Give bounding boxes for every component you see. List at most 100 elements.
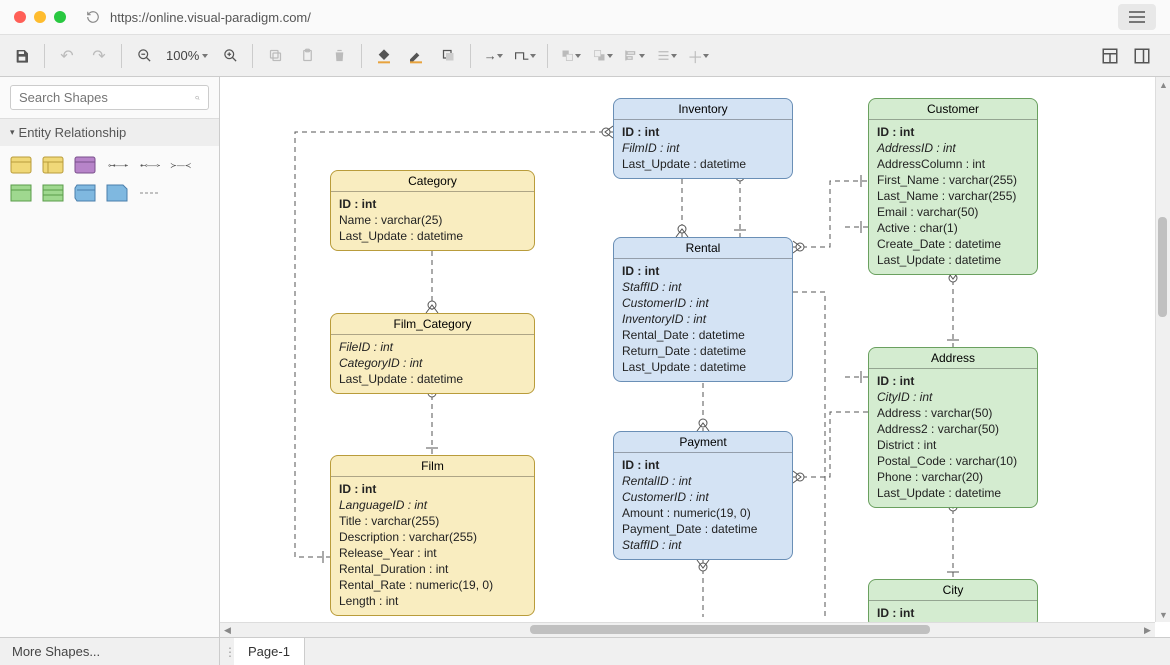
fill-color-button[interactable] [370,42,398,70]
entity-address[interactable]: AddressID : intCityID : intAddress : var… [868,347,1038,508]
entity-title: Customer [869,99,1037,120]
connector-style-button[interactable]: → [479,42,507,70]
entity-category[interactable]: CategoryID : intName : varchar(25)Last_U… [330,170,535,251]
entity-field: Rental_Date : datetime [622,327,784,343]
rel-2-icon[interactable]: ⊷—⊶ [138,156,160,174]
entity-film_category[interactable]: Film_CategoryFileID : intCategoryID : in… [330,313,535,394]
entity-shape-icon[interactable] [10,156,32,174]
minimize-window-icon[interactable] [34,11,46,23]
entity-field: ID : int [877,605,1029,621]
entity-field: Address2 : varchar(50) [877,421,1029,437]
toolbar: ↶ ↷ 100% → ＋ [0,35,1170,77]
search-shapes-input[interactable] [10,85,209,110]
more-shapes-button[interactable]: More Shapes... [0,638,220,665]
zoom-level[interactable]: 100% [162,48,212,63]
save-button[interactable] [8,42,36,70]
entity-field: FileID : int [339,339,526,355]
waypoint-style-button[interactable] [511,42,539,70]
browser-menu-button[interactable] [1118,4,1156,30]
zoom-out-button[interactable] [130,42,158,70]
entity-field: Last_Update : datetime [622,359,784,375]
entity-field: First_Name : varchar(255) [877,172,1029,188]
entity-field: Title : varchar(255) [339,513,526,529]
entity-title: Payment [614,432,792,453]
table-shape-4-icon[interactable] [106,184,128,202]
close-window-icon[interactable] [14,11,26,23]
entity-field: Description : varchar(255) [339,529,526,545]
entity-field: CityID : int [877,389,1029,405]
entity-rental[interactable]: RentalID : intStaffID : intCustomerID : … [613,237,793,382]
entity-field: Return_Date : datetime [622,343,784,359]
entity-field: FilmID : int [622,140,784,156]
search-icon [195,91,200,105]
rel-1-icon[interactable]: ⊶—⊷ [106,156,128,174]
scroll-left-icon[interactable]: ◀ [221,624,234,637]
chevron-down-icon [202,54,208,58]
entity-field: Payment_Date : datetime [622,521,784,537]
footer-bar: More Shapes... ⋮ Page-1 [0,637,1170,665]
entity-field: AddressID : int [877,140,1029,156]
entity-field: ID : int [339,481,526,497]
entity-shape-2-icon[interactable] [42,156,64,174]
scroll-down-icon[interactable]: ▼ [1157,608,1170,621]
svg-text:⊷—⊶: ⊷—⊶ [140,161,160,170]
entity-field: CustomerID : int [622,295,784,311]
vertical-scrollbar[interactable]: ▲ ▼ [1155,77,1170,622]
entity-field: Phone : varchar(20) [877,469,1029,485]
rel-3-icon[interactable]: ≻—≺ [170,156,192,174]
format-panel-button[interactable] [1096,42,1124,70]
distribute-button[interactable] [652,42,680,70]
hamburger-icon [1129,11,1145,23]
undo-button[interactable]: ↶ [53,42,81,70]
page-handle-icon[interactable]: ⋮ [220,645,234,659]
url-text: https://online.visual-paradigm.com/ [110,10,311,25]
view-shape-icon[interactable] [74,156,96,174]
scroll-right-icon[interactable]: ▶ [1141,624,1154,637]
entity-inventory[interactable]: InventoryID : intFilmID : intLast_Update… [613,98,793,179]
url-bar[interactable]: https://online.visual-paradigm.com/ [86,10,1118,25]
shape-section-header[interactable]: ▾Entity Relationship [0,119,219,146]
entity-field: Length : int [339,593,526,609]
to-front-button[interactable] [556,42,584,70]
entity-field: RentalID : int [622,473,784,489]
horizontal-scrollbar[interactable]: ◀ ▶ [220,622,1155,637]
table-shape-3-icon[interactable] [74,184,96,202]
entity-field: CustomerID : int [622,489,784,505]
entity-field: Name : varchar(25) [339,212,526,228]
entity-field: ID : int [339,196,526,212]
entity-field: Last_Update : datetime [622,156,784,172]
line-color-button[interactable] [402,42,430,70]
entity-title: Film [331,456,534,477]
delete-button[interactable] [325,42,353,70]
copy-button[interactable] [261,42,289,70]
table-shape-2-icon[interactable] [42,184,64,202]
line-shape-icon[interactable] [138,184,160,202]
paste-button[interactable] [293,42,321,70]
diagram-canvas[interactable]: CategoryID : intName : varchar(25)Last_U… [220,77,1170,637]
scroll-up-icon[interactable]: ▲ [1157,78,1170,91]
entity-customer[interactable]: CustomerID : intAddressID : intAddressCo… [868,98,1038,275]
redo-button[interactable]: ↷ [85,42,113,70]
entity-field: InventoryID : int [622,311,784,327]
entity-city[interactable]: CityID : int [868,579,1038,628]
entity-title: Rental [614,238,792,259]
entity-field: StaffID : int [622,537,784,553]
shadow-button[interactable] [434,42,462,70]
entity-field: Postal_Code : varchar(10) [877,453,1029,469]
page-tab[interactable]: Page-1 [234,638,305,665]
add-button[interactable]: ＋ [684,42,712,70]
entity-film[interactable]: FilmID : intLanguageID : intTitle : varc… [330,455,535,616]
entity-field: ID : int [877,373,1029,389]
entity-field: Active : char(1) [877,220,1029,236]
outline-panel-button[interactable] [1128,42,1156,70]
maximize-window-icon[interactable] [54,11,66,23]
entity-field: Create_Date : datetime [877,236,1029,252]
zoom-in-button[interactable] [216,42,244,70]
entity-payment[interactable]: PaymentID : intRentalID : intCustomerID … [613,431,793,560]
entity-field: Email : varchar(50) [877,204,1029,220]
table-shape-1-icon[interactable] [10,184,32,202]
refresh-icon[interactable] [86,10,100,24]
entity-field: Rental_Rate : numeric(19, 0) [339,577,526,593]
align-button[interactable] [620,42,648,70]
to-back-button[interactable] [588,42,616,70]
